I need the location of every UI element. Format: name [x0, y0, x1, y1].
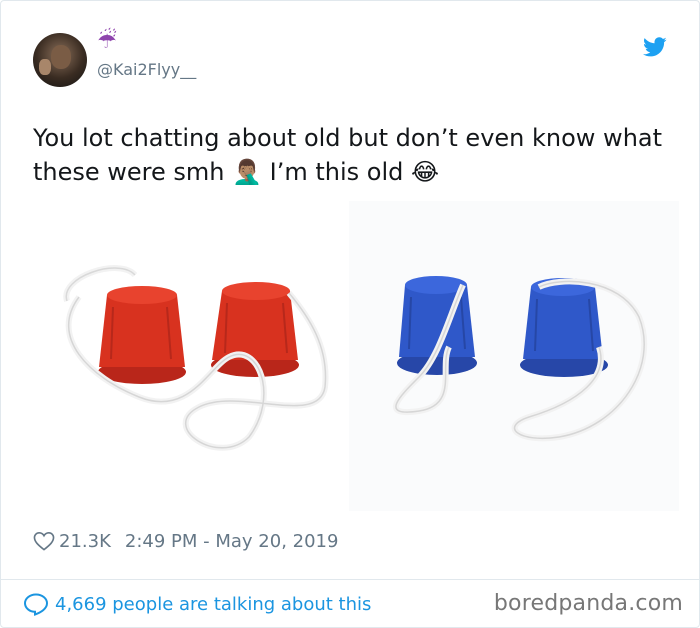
user-handle[interactable]: @Kai2Flyy__ — [97, 60, 196, 79]
display-name[interactable]: ☔ — [97, 31, 117, 53]
twitter-bird-icon[interactable] — [643, 35, 667, 59]
talking-count: 4,669 people are talking about this — [55, 593, 372, 615]
heart-icon[interactable] — [33, 531, 55, 551]
tweet-timestamp[interactable]: 2:49 PM - May 20, 2019 — [125, 531, 339, 552]
divider — [1, 579, 699, 580]
blue-stilt-right — [520, 278, 608, 377]
like-count[interactable]: 21.3K — [59, 531, 111, 552]
avatar[interactable] — [33, 33, 87, 87]
tweet-card: ☔ @Kai2Flyy__ You lot chatting about old… — [0, 0, 700, 628]
blue-stilt-left — [397, 276, 477, 375]
tweet-photo[interactable] — [19, 197, 683, 515]
speech-bubble-icon — [23, 593, 49, 616]
tweet-meta: 21.3K 2:49 PM - May 20, 2019 — [33, 529, 338, 553]
tweet-text: You lot chatting about old but don’t eve… — [33, 124, 663, 186]
watermark: boredpanda.com — [493, 591, 683, 616]
conversation-link[interactable]: 4,669 people are talking about this — [23, 592, 371, 616]
